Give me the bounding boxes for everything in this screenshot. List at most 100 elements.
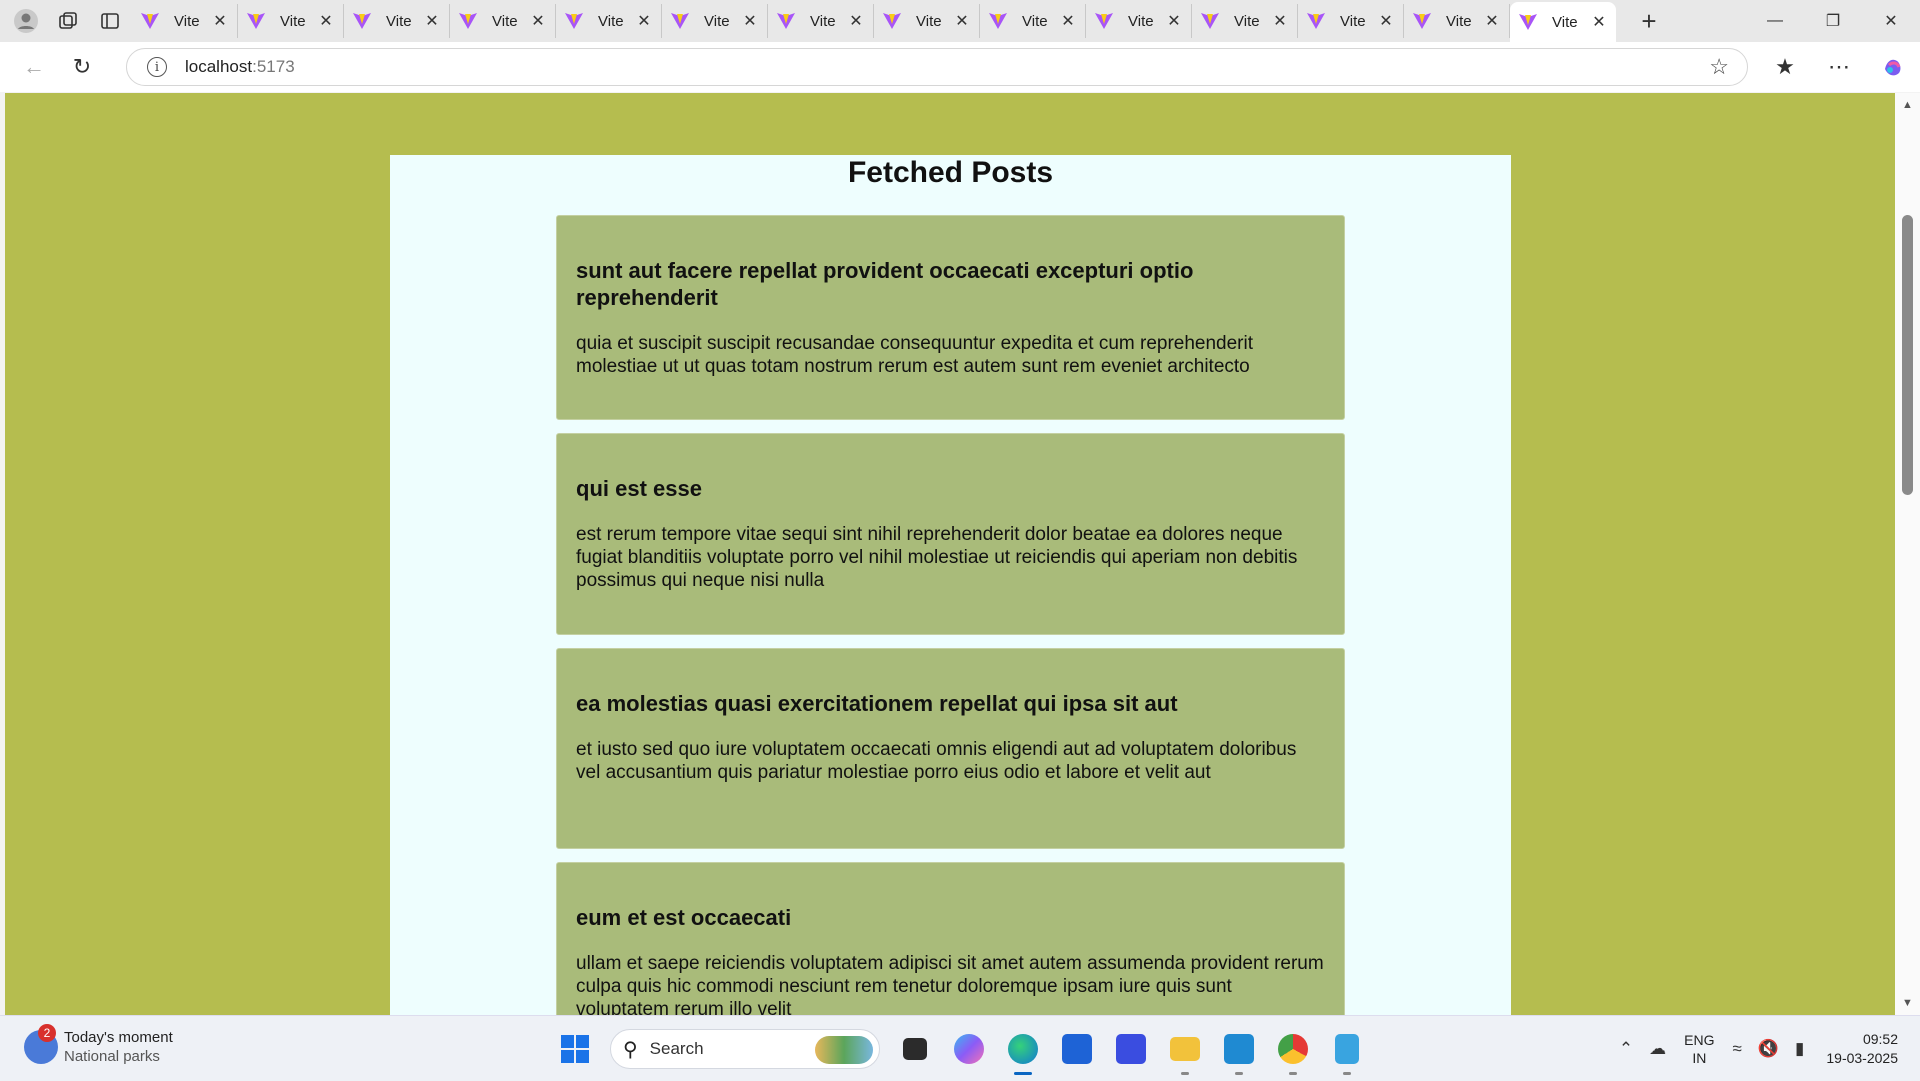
post-card: qui est esse est rerum tempore vitae seq… xyxy=(556,433,1345,635)
vite-logo-icon xyxy=(1519,14,1537,30)
tab-active[interactable]: Vite ✕ xyxy=(1510,2,1616,42)
url-text[interactable]: localhost:5173 xyxy=(185,57,295,77)
tab[interactable]: Vite ✕ xyxy=(238,4,344,38)
close-tab-icon[interactable]: ✕ xyxy=(211,11,229,31)
vite-logo-icon xyxy=(459,13,477,29)
post-card: ea molestias quasi exercitationem repell… xyxy=(556,648,1345,849)
toolbar-right: ★ ⋯ xyxy=(1758,42,1920,92)
tab[interactable]: Vite ✕ xyxy=(662,4,768,38)
start-button[interactable] xyxy=(552,1026,598,1072)
tab-label: Vite xyxy=(1234,12,1260,30)
tab[interactable]: Vite ✕ xyxy=(980,4,1086,38)
region-code: IN xyxy=(1692,1049,1707,1066)
close-tab-icon[interactable]: ✕ xyxy=(317,11,335,31)
tab-strip: Vite ✕ Vite ✕ Vite ✕ Vite ✕ Vite ✕ Vite ✕ Vite ✕ Vite ✕… xyxy=(0,0,1920,42)
tab-actions-icon[interactable] xyxy=(94,5,126,37)
reload-icon[interactable]: ↻ xyxy=(62,47,102,87)
language-indicator[interactable]: ENG IN xyxy=(1684,1031,1714,1067)
profile-icon[interactable] xyxy=(10,5,42,37)
tab[interactable]: Vite ✕ xyxy=(1404,4,1510,38)
close-tab-icon[interactable]: ✕ xyxy=(1271,11,1289,31)
running-indicator xyxy=(1343,1072,1351,1075)
tab[interactable]: Vite ✕ xyxy=(1192,4,1298,38)
back-arrow-icon[interactable]: ← xyxy=(14,47,54,87)
favorite-star-icon[interactable]: ☆ xyxy=(1709,54,1729,80)
copilot-icon[interactable] xyxy=(1866,42,1920,92)
scroll-down-arrow-icon[interactable]: ▼ xyxy=(1902,997,1913,1009)
store-app-icon[interactable] xyxy=(1054,1026,1100,1072)
vite-logo-icon xyxy=(989,13,1007,29)
chrome-app-icon[interactable] xyxy=(1270,1026,1316,1075)
close-tab-icon[interactable]: ✕ xyxy=(529,11,547,31)
vertical-scrollbar[interactable]: ▲ ▼ xyxy=(1895,93,1920,1015)
vite-logo-icon xyxy=(671,13,689,29)
widgets-button[interactable]: 2 Today's moment National parks xyxy=(24,1024,173,1066)
active-indicator xyxy=(1014,1072,1032,1075)
post-title: eum et est occaecati xyxy=(576,905,792,930)
tab-label: Vite xyxy=(704,12,730,30)
tab-label: Vite xyxy=(174,12,200,30)
taskbar-apps: ⚲ Search xyxy=(548,1026,1374,1075)
close-tab-icon[interactable]: ✕ xyxy=(1059,11,1077,31)
site-info-icon[interactable]: i xyxy=(147,57,167,77)
tab[interactable]: Vite ✕ xyxy=(1298,4,1404,38)
url-port: :5173 xyxy=(252,57,295,76)
tab-label: Vite xyxy=(916,12,942,30)
scrollbar-thumb[interactable] xyxy=(1902,215,1913,495)
vscode-app-icon[interactable] xyxy=(1216,1026,1262,1075)
close-tab-icon[interactable]: ✕ xyxy=(1590,12,1608,32)
close-tab-icon[interactable]: ✕ xyxy=(423,11,441,31)
volume-muted-icon[interactable]: 🔇 xyxy=(1758,1039,1779,1059)
math-app-icon[interactable] xyxy=(1108,1026,1154,1072)
scroll-up-arrow-icon[interactable]: ▲ xyxy=(1902,99,1913,111)
notepad-app-icon[interactable] xyxy=(1324,1026,1370,1075)
close-tab-icon[interactable]: ✕ xyxy=(1165,11,1183,31)
navigation-bar: ← ↻ i localhost:5173 ☆ ★ ⋯ xyxy=(0,42,1920,92)
close-tab-icon[interactable]: ✕ xyxy=(1377,11,1395,31)
more-options-icon[interactable]: ⋯ xyxy=(1812,42,1866,92)
chevron-up-icon[interactable]: ⌃ xyxy=(1619,1039,1633,1059)
notification-badge: 2 xyxy=(38,1024,56,1042)
tab[interactable]: Vite ✕ xyxy=(1086,4,1192,38)
favorites-icon[interactable]: ★ xyxy=(1758,42,1812,92)
close-tab-icon[interactable]: ✕ xyxy=(847,11,865,31)
tab[interactable]: Vite ✕ xyxy=(450,4,556,38)
system-tray: ⌃ ☁ ENG IN ≈ 🔇 ▮ 09:52 19-03-2025 xyxy=(1611,1016,1920,1081)
file-explorer-icon[interactable] xyxy=(1162,1026,1208,1075)
post-card: sunt aut facere repellat provident occae… xyxy=(556,215,1345,420)
close-tab-icon[interactable]: ✕ xyxy=(1483,11,1501,31)
widgets-title: Today's moment xyxy=(64,1029,173,1046)
tab-label: Vite xyxy=(1340,12,1366,30)
close-tab-icon[interactable]: ✕ xyxy=(953,11,971,31)
restore-icon[interactable]: ❐ xyxy=(1804,0,1862,42)
edge-app-icon[interactable] xyxy=(1000,1026,1046,1075)
tab[interactable]: Vite ✕ xyxy=(132,4,238,38)
minimize-icon[interactable]: — xyxy=(1746,0,1804,42)
tab[interactable]: Vite ✕ xyxy=(874,4,980,38)
tab-label: Vite xyxy=(810,12,836,30)
vite-logo-icon xyxy=(777,13,795,29)
post-title: qui est esse xyxy=(576,476,702,501)
close-tab-icon[interactable]: ✕ xyxy=(635,11,653,31)
clock[interactable]: 09:52 19-03-2025 xyxy=(1826,1030,1898,1068)
vite-logo-icon xyxy=(353,13,371,29)
tab-label: Vite xyxy=(280,12,306,30)
close-tab-icon[interactable]: ✕ xyxy=(741,11,759,31)
copilot-app-icon[interactable] xyxy=(946,1026,992,1072)
post-body: quia et suscipit suscipit recusandae con… xyxy=(576,333,1254,377)
post-body: et iusto sed quo iure voluptatem occaeca… xyxy=(576,739,1297,783)
tab-label: Vite xyxy=(386,12,412,30)
tab[interactable]: Vite ✕ xyxy=(556,4,662,38)
close-window-icon[interactable]: ✕ xyxy=(1862,0,1920,42)
taskbar-search[interactable]: ⚲ Search xyxy=(610,1029,880,1069)
tab[interactable]: Vite ✕ xyxy=(344,4,450,38)
task-view-icon[interactable] xyxy=(892,1026,938,1072)
battery-icon[interactable]: ▮ xyxy=(1795,1039,1804,1059)
widgets-text: Today's moment National parks xyxy=(64,1028,173,1066)
address-bar[interactable]: i localhost:5173 ☆ xyxy=(126,48,1748,86)
onedrive-icon[interactable]: ☁ xyxy=(1649,1039,1666,1059)
tab[interactable]: Vite ✕ xyxy=(768,4,874,38)
new-tab-button[interactable]: + xyxy=(1634,6,1664,37)
workspaces-icon[interactable] xyxy=(52,5,84,37)
wifi-icon[interactable]: ≈ xyxy=(1733,1039,1742,1059)
